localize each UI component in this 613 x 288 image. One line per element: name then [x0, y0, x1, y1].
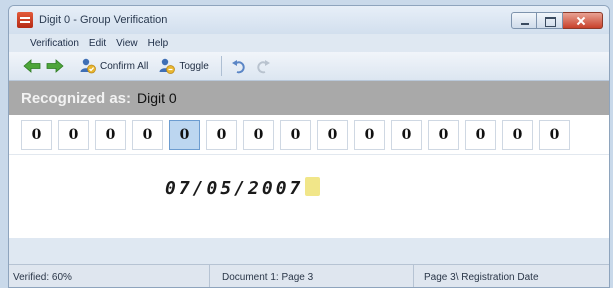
digit-thumbnail[interactable]: 0: [132, 119, 163, 150]
recognized-value: Digit 0: [137, 90, 177, 106]
app-icon: [17, 12, 33, 28]
digit-thumbnail-selected[interactable]: 0: [169, 119, 200, 150]
status-verified: Verified: 60%: [13, 271, 72, 283]
digit-thumbnail[interactable]: 0: [317, 119, 348, 150]
menu-help[interactable]: Help: [143, 38, 174, 49]
digit-thumbnail[interactable]: 0: [465, 119, 496, 150]
window-controls: [511, 11, 603, 29]
menu-edit[interactable]: Edit: [84, 38, 111, 49]
digit-thumbnail-strip: 0 0 0 0 0 0 0 0 0 0 0 0 0 0 0: [9, 115, 609, 155]
digit-thumbnail[interactable]: 0: [391, 119, 422, 150]
recognized-label: Recognized as:: [21, 89, 132, 107]
menu-bar: Verification Edit View Help: [9, 34, 609, 52]
digit-thumbnail[interactable]: 0: [95, 119, 126, 150]
digit-thumbnail[interactable]: 0: [206, 119, 237, 150]
menu-view[interactable]: View: [111, 38, 143, 49]
digit-thumbnail[interactable]: 0: [354, 119, 385, 150]
undo-icon[interactable]: [231, 58, 247, 74]
document-view: 07/05/2007: [9, 155, 609, 238]
digit-thumbnail[interactable]: 0: [21, 119, 52, 150]
confirm-all-button[interactable]: Confirm All: [79, 57, 148, 75]
confirm-all-label: Confirm All: [100, 60, 149, 72]
status-bar: Verified: 60% Document 1: Page 3 Page 3\…: [9, 264, 609, 287]
forward-arrow-icon[interactable]: [46, 59, 64, 73]
title-bar: Digit 0 - Group Verification: [9, 6, 609, 34]
digit-thumbnail[interactable]: 0: [280, 119, 311, 150]
redo-icon[interactable]: [255, 58, 271, 74]
handwritten-date: 07/05/2007: [165, 178, 304, 199]
status-document-page: Document 1: Page 3: [209, 265, 413, 287]
digit-thumbnail[interactable]: 0: [58, 119, 89, 150]
menu-verification[interactable]: Verification: [25, 38, 84, 49]
close-button[interactable]: [563, 11, 603, 29]
minimize-button[interactable]: [511, 11, 537, 29]
app-window: Digit 0 - Group Verification Verificatio…: [8, 5, 610, 288]
toggle-label: Toggle: [179, 60, 209, 72]
back-arrow-icon[interactable]: [23, 59, 41, 73]
window-title: Digit 0 - Group Verification: [39, 14, 168, 26]
digit-thumbnail[interactable]: 0: [502, 119, 533, 150]
current-digit-highlight: [305, 177, 320, 196]
digit-thumbnail[interactable]: 0: [243, 119, 274, 150]
users-icon: [79, 57, 97, 75]
maximize-button[interactable]: [537, 11, 563, 29]
digit-thumbnail[interactable]: 0: [539, 119, 570, 150]
status-field: Page 3\ Registration Date: [413, 265, 609, 287]
toggle-icon: [158, 57, 176, 75]
toolbar: Confirm All Toggle: [9, 52, 609, 81]
toolbar-separator: [220, 56, 222, 76]
toggle-button[interactable]: Toggle: [158, 57, 209, 75]
recognized-band: Recognized as: Digit 0: [9, 81, 609, 115]
digit-thumbnail[interactable]: 0: [428, 119, 459, 150]
